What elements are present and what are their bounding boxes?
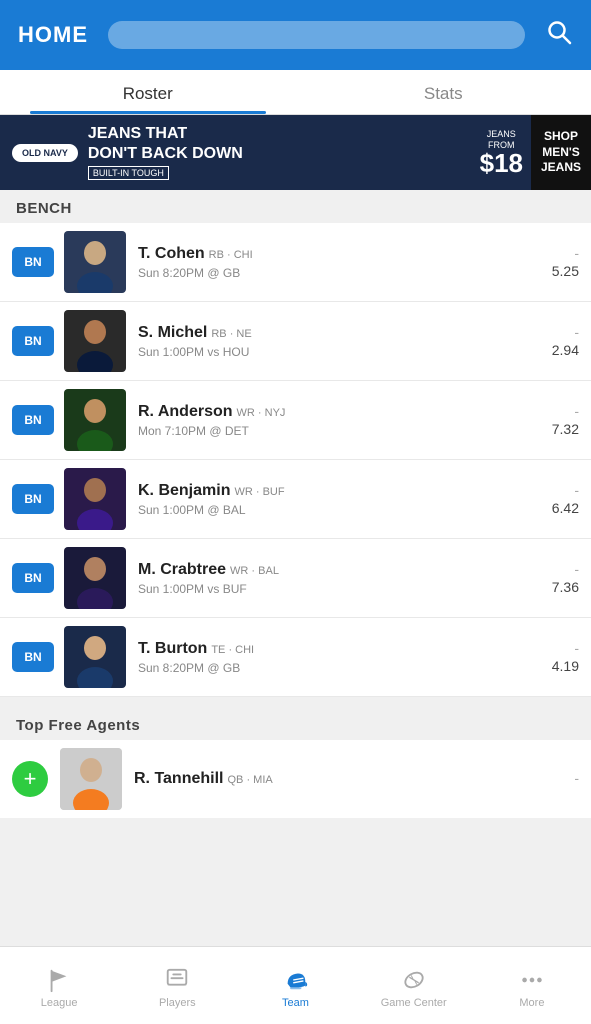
list-item[interactable]: + R. Tannehill QB · MIA [0,740,591,818]
avatar [64,547,126,609]
old-navy-badge: OLD NAVY [12,144,78,162]
add-player-button[interactable]: + [12,761,48,797]
slot-badge: BN [12,405,54,435]
dots-icon [519,967,545,993]
avatar [64,389,126,451]
slot-badge: BN [12,326,54,356]
player-info: S. Michel RB · NE Sun 1:00PM vs HOU [138,324,543,359]
table-row[interactable]: BN T. Burton TE · CHI Sun 8:20PM @ GB - … [0,618,591,697]
nav-item-league[interactable]: League [0,947,118,1024]
header-title: HOME [18,22,88,48]
table-row[interactable]: BN T. Cohen RB · CHI Sun 8:20PM @ GB - 5… [0,223,591,302]
nav-item-players[interactable]: Players [118,947,236,1024]
avatar [64,231,126,293]
slot-badge: BN [12,563,54,593]
bench-label: BENCH [0,190,591,223]
player-info: T. Burton TE · CHI Sun 8:20PM @ GB [138,640,543,675]
slot-badge: BN [12,484,54,514]
player-score: - 7.32 [543,403,579,437]
helmet-icon [283,967,309,993]
ad-content: OLD NAVY JEANS THAT DON'T BACK DOWN BUIL… [0,115,472,190]
tabs: Roster Stats [0,70,591,115]
ad-price: JEANS FROM $18 [472,123,531,183]
ad-text-main: JEANS THAT DON'T BACK DOWN [88,124,243,162]
avatar [64,468,126,530]
player-info: T. Cohen RB · CHI Sun 8:20PM @ GB [138,245,543,280]
search-bar[interactable] [108,21,525,49]
ad-tagline: BUILT-IN TOUGH [88,166,169,180]
avatar [64,310,126,372]
table-row[interactable]: BN R. Anderson WR · NYJ Mon 7:10PM @ DET… [0,381,591,460]
player-info: R. Anderson WR · NYJ Mon 7:10PM @ DET [138,403,543,438]
flag-icon [46,967,72,993]
player-score: - 2.94 [543,324,579,358]
player-score: - [543,770,579,788]
nav-item-game-center[interactable]: Game Center [355,947,473,1024]
slot-badge: BN [12,642,54,672]
search-icon[interactable] [545,18,573,53]
table-row[interactable]: BN M. Crabtree WR · BAL Sun 1:00PM vs BU… [0,539,591,618]
nav-item-more[interactable]: More [473,947,591,1024]
player-score: - 6.42 [543,482,579,516]
players-icon [164,967,190,993]
player-info: K. Benjamin WR · BUF Sun 1:00PM @ BAL [138,482,543,517]
football-icon [401,967,427,993]
player-score: - 4.19 [543,640,579,674]
free-agents-list: + R. Tannehill QB · MIA [0,740,591,818]
bench-player-list: BN T. Cohen RB · CHI Sun 8:20PM @ GB - 5… [0,223,591,697]
nav-item-team[interactable]: Team [236,947,354,1024]
header: HOME [0,0,591,70]
player-score: - 7.36 [543,561,579,595]
ad-banner[interactable]: OLD NAVY JEANS THAT DON'T BACK DOWN BUIL… [0,115,591,190]
slot-badge: BN [12,247,54,277]
avatar [64,626,126,688]
free-agents-label: Top Free Agents [0,707,591,740]
free-agents-section: Top Free Agents + R. Tannehill QB · MIA [0,707,591,818]
ad-shop[interactable]: SHOP MEN'S JEANS [531,115,591,190]
table-row[interactable]: BN K. Benjamin WR · BUF Sun 1:00PM @ BAL… [0,460,591,539]
avatar [60,748,122,810]
bottom-nav: League Players Team Game Center [0,946,591,1024]
tab-roster[interactable]: Roster [0,70,296,114]
table-row[interactable]: BN S. Michel RB · NE Sun 1:00PM vs HOU -… [0,302,591,381]
player-score: - 5.25 [543,245,579,279]
player-info: R. Tannehill QB · MIA [134,770,543,788]
player-info: M. Crabtree WR · BAL Sun 1:00PM vs BUF [138,561,543,596]
tab-stats[interactable]: Stats [296,70,591,114]
